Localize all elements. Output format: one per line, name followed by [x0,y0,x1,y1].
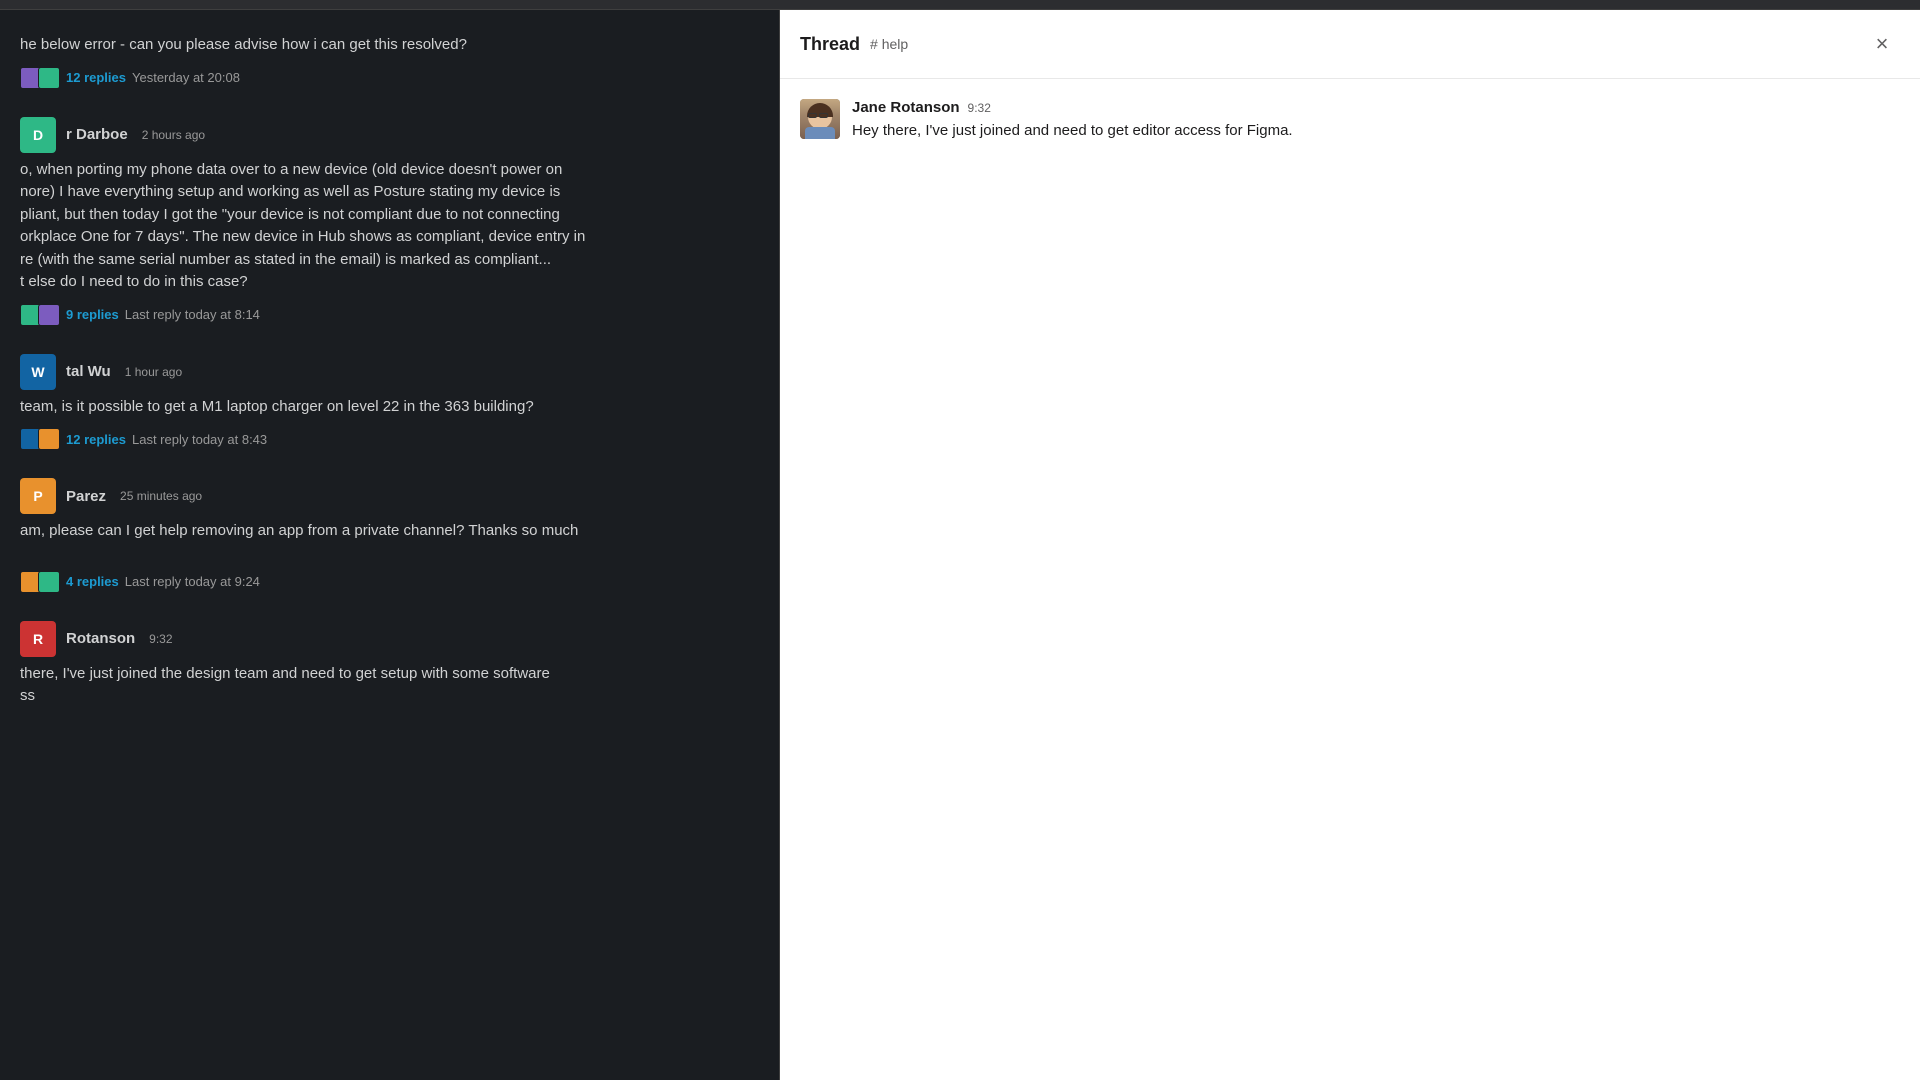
main-layout: he below error - can you please advise h… [0,10,1920,1080]
message-time: 1 hour ago [125,365,182,379]
list-item: W tal Wu 1 hour ago team, is it possible… [0,346,779,463]
thread-msg-time: 9:32 [968,101,991,115]
reply-count[interactable]: 12 replies [66,70,126,85]
message-body: he below error - can you please advise h… [20,34,759,57]
replies-row: 12 replies Yesterday at 20:08 [20,63,759,93]
reply-count[interactable]: 9 replies [66,307,119,322]
thread-msg-author: Jane Rotanson [852,99,960,116]
message-header: D r Darboe 2 hours ago [20,117,759,153]
message-header: R Rotanson 9:32 [20,621,759,657]
thread-title-group: Thread # help [800,34,908,55]
thread-msg-body: Hey there, I've just joined and need to … [852,120,1900,143]
avatar: P [20,478,56,514]
avatar: R [20,621,56,657]
message-author: tal Wu [66,363,111,380]
message-author: Parez [66,488,106,505]
avatar [800,99,840,139]
message-header: P Parez 25 minutes ago [20,478,759,514]
message-author: r Darboe [66,126,128,143]
reply-count[interactable]: 4 replies [66,574,119,589]
message-body: team, is it possible to get a M1 laptop … [20,396,759,419]
reply-avatar [38,428,60,450]
reply-avatars [20,428,60,450]
reply-count[interactable]: 12 replies [66,432,126,447]
list-item: R Rotanson 9:32 there, I've just joined … [0,613,779,716]
close-button[interactable]: × [1864,26,1900,62]
replies-row: 9 replies Last reply today at 8:14 [20,300,759,330]
reply-time: Yesterday at 20:08 [132,70,240,85]
thread-title: Thread [800,34,860,55]
message-time: 25 minutes ago [120,489,202,503]
replies-row: 12 replies Last reply today at 8:43 [20,424,759,454]
reply-avatars [20,67,60,89]
message-body: o, when porting my phone data over to a … [20,159,759,294]
thread-msg-content: Jane Rotanson 9:32 Hey there, I've just … [852,99,1900,143]
list-item: D r Darboe 2 hours ago o, when porting m… [0,109,779,338]
message-header: W tal Wu 1 hour ago [20,354,759,390]
thread-msg-header: Jane Rotanson 9:32 [852,99,1900,116]
reply-time: Last reply today at 8:43 [132,432,267,447]
top-bar [0,0,1920,10]
thread-channel: # help [870,36,908,52]
reply-time: Last reply today at 9:24 [125,574,260,589]
thread-message: Jane Rotanson 9:32 Hey there, I've just … [800,99,1900,143]
thread-header: Thread # help × [780,10,1920,79]
message-list-panel: he below error - can you please advise h… [0,10,780,1080]
message-time: 2 hours ago [142,128,205,142]
reply-time: Last reply today at 8:14 [125,307,260,322]
message-body: there, I've just joined the design team … [20,663,759,708]
avatar: D [20,117,56,153]
reply-avatar [38,304,60,326]
thread-messages: Jane Rotanson 9:32 Hey there, I've just … [780,79,1920,1080]
reply-avatars [20,304,60,326]
reply-avatars [20,571,60,593]
thread-panel: Thread # help × [780,10,1920,1080]
avatar: W [20,354,56,390]
close-icon: × [1876,31,1889,57]
replies-row: 4 replies Last reply today at 9:24 [20,567,759,597]
message-body: am, please can I get help removing an ap… [20,520,759,543]
list-item: he below error - can you please advise h… [0,26,779,101]
list-item: P Parez 25 minutes ago am, please can I … [0,470,779,605]
message-author: Rotanson [66,630,135,647]
message-time: 9:32 [149,632,172,646]
reply-avatar [38,67,60,89]
reply-avatar [38,571,60,593]
